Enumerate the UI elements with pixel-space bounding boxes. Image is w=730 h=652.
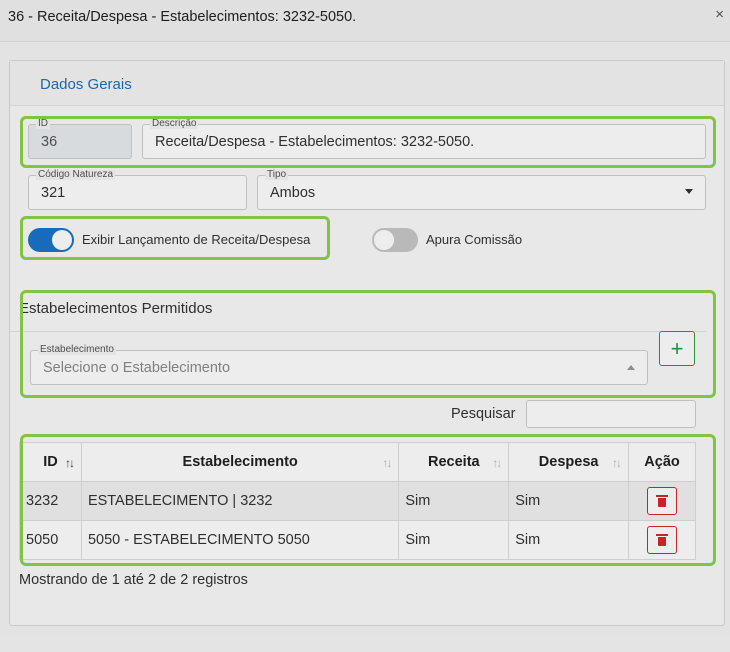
id-field: ID 36 [28, 119, 132, 159]
trash-icon [656, 495, 669, 507]
cell-receita: Sim [398, 481, 510, 521]
tipo-field-label: Tipo [265, 169, 289, 180]
col-header-estabelecimento[interactable]: Estabelecimento ↑↓ [80, 442, 400, 482]
col-header-acao: Ação [628, 442, 696, 482]
sort-icon: ↑↓ [492, 456, 502, 470]
modal-header: 36 - Receita/Despesa - Estabelecimentos:… [0, 0, 730, 42]
cell-estabelecimento: 5050 - ESTABELECIMENTO 5050 [80, 520, 400, 560]
tipo-field: Tipo Ambos [257, 170, 706, 210]
estabelecimentos-section-title: Estabelecimentos Permitidos [19, 300, 213, 317]
id-field-label: ID [36, 118, 50, 129]
sort-icon: ↑↓ [64, 456, 75, 470]
cell-estabelecimento: ESTABELECIMENTO | 3232 [80, 481, 400, 521]
exibir-lancamento-toggle[interactable] [28, 228, 74, 252]
col-header-despesa[interactable]: Despesa ↑↓ [508, 442, 630, 482]
panel-heading: Dados Gerais [10, 61, 724, 106]
cell-despesa: Sim [508, 520, 630, 560]
delete-button[interactable] [647, 526, 678, 554]
descricao-input[interactable]: Receita/Despesa - Estabelecimentos: 3232… [142, 124, 706, 159]
cell-id: 5050 [19, 520, 82, 560]
tipo-select[interactable]: Ambos [257, 175, 706, 210]
col-header-id[interactable]: ID ↑↓ [19, 442, 82, 482]
table-header-row: ID ↑↓ Estabelecimento ↑↓ Receita ↑↓ Desp… [19, 442, 696, 482]
toggle-knob [374, 230, 394, 250]
estabelecimento-select[interactable]: Selecione o Estabelecimento [30, 350, 648, 385]
exibir-lancamento-label: Exibir Lançamento de Receita/Despesa [82, 232, 311, 247]
tab-dados-gerais[interactable]: Dados Gerais [40, 76, 132, 93]
modal-title: 36 - Receita/Despesa - Estabelecimentos:… [8, 9, 357, 25]
apura-comissao-toggle[interactable] [372, 228, 418, 252]
col-header-receita[interactable]: Receita ↑↓ [398, 442, 510, 482]
estabelecimento-placeholder: Selecione o Estabelecimento [43, 359, 231, 376]
chevron-down-icon [685, 189, 693, 194]
sort-icon: ↑↓ [382, 456, 392, 470]
cell-id: 3232 [19, 481, 82, 521]
sort-icon: ↑↓ [612, 456, 622, 470]
codigo-natureza-input[interactable]: 321 [28, 175, 247, 210]
cell-receita: Sim [398, 520, 510, 560]
table-row: 5050 5050 - ESTABELECIMENTO 5050 Sim Sim [19, 520, 696, 560]
table-info: Mostrando de 1 até 2 de 2 registros [19, 572, 248, 588]
table-row: 3232 ESTABELECIMENTO | 3232 Sim Sim [19, 481, 696, 521]
descricao-field: Descrição Receita/Despesa - Estabelecime… [142, 119, 706, 159]
search-input[interactable] [526, 400, 696, 428]
apura-comissao-label: Apura Comissão [426, 232, 523, 247]
chevron-up-icon [627, 365, 635, 370]
close-icon[interactable]: × [715, 6, 724, 23]
estabelecimento-field: Estabelecimento Selecione o Estabelecime… [30, 345, 648, 385]
tipo-selected-value: Ambos [270, 184, 316, 201]
plus-icon: + [670, 335, 684, 361]
delete-button[interactable] [647, 487, 678, 515]
estabelecimento-field-label: Estabelecimento [38, 344, 116, 355]
modal-body: Dados Gerais ID 36 Descrição Receita/Des… [0, 42, 730, 652]
cell-acao [628, 481, 696, 521]
estabelecimentos-table: ID ↑↓ Estabelecimento ↑↓ Receita ↑↓ Desp… [19, 442, 696, 560]
search-label: Pesquisar [451, 406, 516, 422]
cell-despesa: Sim [508, 481, 630, 521]
cell-acao [628, 520, 696, 560]
id-input[interactable]: 36 [28, 124, 132, 159]
descricao-field-label: Descrição [150, 118, 199, 129]
codigo-natureza-field: Código Natureza 321 [28, 170, 247, 210]
codigo-natureza-label: Código Natureza [36, 169, 116, 180]
trash-icon [656, 534, 669, 546]
toggle-knob [52, 230, 72, 250]
add-estabelecimento-button[interactable]: + [659, 331, 695, 366]
